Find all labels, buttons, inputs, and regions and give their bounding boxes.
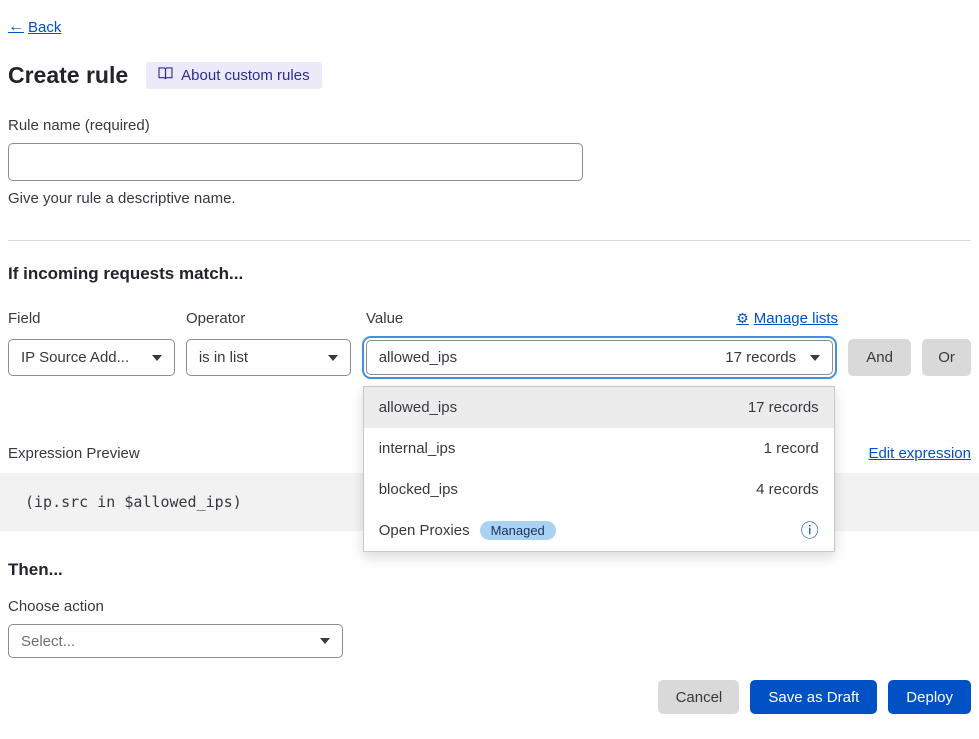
- operator-label: Operator: [186, 310, 351, 327]
- save-draft-button[interactable]: Save as Draft: [750, 680, 877, 714]
- list-option-allowed-ips[interactable]: allowed_ips 17 records: [364, 387, 834, 428]
- value-select-wrap: allowed_ips 17 records allowed_ips 17 re…: [362, 336, 837, 379]
- match-heading: If incoming requests match...: [8, 264, 971, 284]
- then-heading: Then...: [8, 560, 971, 580]
- gear-icon: ⚙: [736, 310, 749, 327]
- back-link[interactable]: ← Back: [8, 18, 61, 36]
- back-link-label: Back: [28, 19, 61, 36]
- operator-select-value: is in list: [199, 349, 248, 366]
- value-label: Value: [366, 310, 403, 327]
- or-button[interactable]: Or: [922, 339, 971, 376]
- rule-name-helper: Give your rule a descriptive name.: [8, 190, 971, 207]
- list-dropdown: allowed_ips 17 records internal_ips 1 re…: [363, 386, 835, 552]
- chevron-down-icon: [810, 355, 820, 361]
- page-title: Create rule: [8, 62, 128, 89]
- expression-code: (ip.src in $allowed_ips): [25, 493, 242, 511]
- book-icon: [158, 67, 173, 84]
- deploy-button[interactable]: Deploy: [888, 680, 971, 714]
- value-select-records: 17 records: [725, 349, 796, 366]
- manage-lists-link[interactable]: ⚙ Manage lists: [736, 310, 838, 327]
- list-option-internal-ips[interactable]: internal_ips 1 record: [364, 428, 834, 469]
- choose-action-label: Choose action: [8, 598, 971, 615]
- list-option-blocked-ips[interactable]: blocked_ips 4 records: [364, 469, 834, 510]
- info-icon[interactable]: ⓘ: [801, 522, 819, 540]
- action-select-placeholder: Select...: [21, 633, 75, 650]
- about-custom-rules-link[interactable]: About custom rules: [146, 62, 321, 89]
- expression-preview-label: Expression Preview: [8, 445, 140, 462]
- chevron-down-icon: [320, 638, 330, 644]
- field-select[interactable]: IP Source Add...: [8, 339, 175, 376]
- section-divider: [8, 240, 971, 241]
- managed-badge: Managed: [480, 521, 556, 540]
- match-labels-row: Field Operator Value ⚙ Manage lists: [8, 310, 971, 327]
- field-select-value: IP Source Add...: [21, 349, 129, 366]
- value-select[interactable]: allowed_ips 17 records: [366, 340, 833, 375]
- value-select-value: allowed_ips: [379, 349, 457, 366]
- rule-name-input[interactable]: [8, 143, 583, 181]
- action-select[interactable]: Select...: [8, 624, 343, 658]
- manage-lists-label: Manage lists: [754, 310, 838, 327]
- field-label: Field: [8, 310, 175, 327]
- value-focus-ring: allowed_ips 17 records: [362, 336, 837, 379]
- back-arrow-icon: ←: [8, 18, 24, 36]
- cancel-button[interactable]: Cancel: [658, 680, 739, 714]
- create-rule-page: ← Back Create rule About custom rules Ru…: [0, 0, 979, 739]
- title-row: Create rule About custom rules: [8, 62, 971, 89]
- chevron-down-icon: [152, 355, 162, 361]
- chevron-down-icon: [328, 355, 338, 361]
- list-option-open-proxies[interactable]: Open Proxies Managed ⓘ: [364, 510, 834, 551]
- rule-name-label: Rule name (required): [8, 117, 971, 134]
- footer-actions: Cancel Save as Draft Deploy: [8, 680, 971, 714]
- about-custom-rules-label: About custom rules: [181, 67, 309, 84]
- and-button[interactable]: And: [848, 339, 911, 376]
- match-controls-row: IP Source Add... is in list allowed_ips …: [8, 336, 971, 379]
- edit-expression-link[interactable]: Edit expression: [868, 445, 971, 462]
- operator-select[interactable]: is in list: [186, 339, 351, 376]
